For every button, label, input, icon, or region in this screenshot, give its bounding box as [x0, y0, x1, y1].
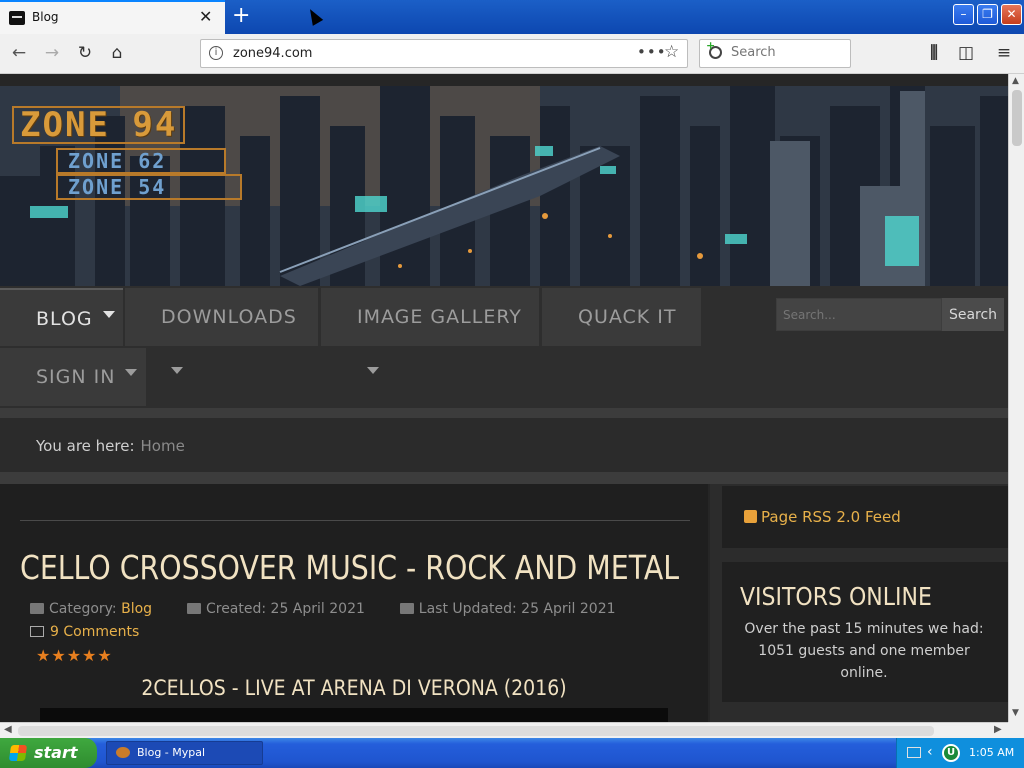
rating-stars[interactable]: ★★★★★ — [36, 646, 113, 665]
url-bar[interactable]: i zone94.com ••• ☆ — [200, 39, 688, 68]
main-menu: BLOG DOWNLOADS IMAGE GALLERY QUACK IT SI… — [0, 286, 1008, 408]
video-embed[interactable] — [40, 708, 668, 722]
site-logo[interactable]: ZONE 94 — [12, 106, 186, 144]
menu-item-label: BLOG — [36, 308, 93, 330]
scroll-thumb[interactable] — [18, 726, 934, 736]
article-title[interactable]: CELLO CROSSOVER MUSIC - ROCK AND METAL — [20, 548, 679, 587]
minimize-button[interactable]: – — [953, 4, 974, 25]
menu-item-downloads[interactable]: DOWNLOADS — [125, 288, 318, 374]
home-icon[interactable]: ⌂ — [106, 42, 128, 64]
menu-item-label: IMAGE GALLERY — [357, 306, 522, 328]
page-actions-icon[interactable]: ••• — [637, 43, 667, 61]
menu-hamburger-icon[interactable]: ≡ — [993, 42, 1015, 64]
start-label: start — [34, 743, 78, 762]
horizontal-scrollbar[interactable]: ◀ ▶ — [0, 722, 1008, 738]
scroll-thumb[interactable] — [1012, 90, 1022, 146]
chevron-left-icon[interactable]: ‹ — [927, 744, 933, 760]
comment-icon — [30, 626, 44, 637]
system-tray: ‹ U 1:05 AM — [896, 738, 1024, 768]
divider — [20, 520, 690, 521]
tab-bar: Blog ✕ + – ❐ ✕ — [0, 0, 1024, 34]
menu-item-quack-it[interactable]: QUACK IT — [542, 288, 701, 346]
close-tab-icon[interactable]: ✕ — [199, 7, 212, 26]
menu-item-blog[interactable]: BLOG — [0, 288, 123, 346]
calendar-icon — [399, 603, 414, 614]
scroll-right-icon[interactable]: ▶ — [994, 724, 1002, 735]
article-meta: Category: Blog Created: 25 April 2021 La… — [30, 601, 616, 617]
maximize-button[interactable]: ❐ — [977, 4, 998, 25]
rss-icon — [744, 510, 757, 523]
rss-link[interactable]: Page RSS 2.0 Feed — [761, 508, 901, 526]
menu-item-label: QUACK IT — [578, 306, 677, 328]
browser-app-icon — [116, 747, 130, 758]
forward-icon[interactable]: → — [41, 42, 63, 64]
calendar-icon — [186, 603, 201, 614]
updated-date: Last Updated: 25 April 2021 — [418, 601, 616, 617]
browser-search-input[interactable] — [731, 45, 841, 60]
menu-item-label: SIGN IN — [36, 366, 116, 388]
scroll-left-icon[interactable]: ◀ — [4, 724, 12, 735]
scroll-corner — [1008, 722, 1024, 738]
vertical-scrollbar[interactable]: ▲ ▼ — [1008, 74, 1024, 722]
breadcrumb-home: Home — [140, 437, 185, 455]
scroll-up-icon[interactable]: ▲ — [1012, 76, 1019, 86]
page-viewport: ZONE 94 ZONE 62 ZONE 54 BLOG DOWNLOADS I… — [0, 74, 1008, 722]
window-close-button[interactable]: ✕ — [1001, 4, 1022, 25]
menu-item-sign-in[interactable]: SIGN IN — [0, 348, 146, 406]
divider — [0, 408, 1008, 418]
caret-down-icon — [125, 369, 138, 376]
clock: 1:05 AM — [969, 746, 1015, 759]
tray-app-icon[interactable]: U — [942, 744, 960, 762]
site-search-button[interactable]: Search — [942, 298, 1004, 331]
visitors-title: VISITORS ONLINE — [740, 582, 932, 611]
new-tab-button[interactable]: + — [232, 3, 250, 28]
nav-toolbar: ← → ↻ ⌂ i zone94.com ••• ☆ ⫼ ◫ ≡ — [0, 34, 1024, 74]
info-icon[interactable]: i — [209, 46, 223, 60]
category-link[interactable]: Blog — [121, 601, 152, 617]
back-icon[interactable]: ← — [8, 42, 30, 64]
taskbar-item-label: Blog - Mypal — [137, 746, 206, 759]
windows-logo-icon — [8, 745, 28, 761]
taskbar: start Blog - Mypal ‹ U 1:05 AM — [0, 738, 1024, 768]
tab-title: Blog — [32, 10, 59, 24]
video-title: 2CELLOS - LIVE AT ARENA DI VERONA (2016) — [141, 676, 567, 700]
caret-down-icon — [171, 367, 183, 374]
start-button[interactable]: start — [0, 738, 97, 768]
caret-down-icon — [102, 311, 115, 318]
breadcrumb-label: You are here: — [36, 437, 135, 455]
browser-search-box[interactable] — [699, 39, 851, 68]
menu-item-label: DOWNLOADS — [161, 306, 297, 328]
mouse-cursor-icon — [304, 6, 324, 26]
reload-icon[interactable]: ↻ — [74, 42, 96, 64]
visitors-text: Over the past 15 minutes we had: 1051 gu… — [744, 621, 984, 681]
header-banner: ZONE 94 ZONE 62 ZONE 54 — [0, 86, 1008, 286]
taskbar-item-browser[interactable]: Blog - Mypal — [106, 741, 263, 765]
scroll-down-icon[interactable]: ▼ — [1012, 708, 1019, 718]
article-area: CELLO CROSSOVER MUSIC - ROCK AND METAL C… — [0, 484, 708, 722]
created-date: Created: 25 April 2021 — [205, 601, 365, 617]
url-text[interactable]: zone94.com — [233, 46, 312, 61]
keyboard-icon[interactable] — [907, 747, 921, 758]
rss-module[interactable]: Page RSS 2.0 Feed — [722, 486, 1008, 548]
caret-down-icon — [367, 367, 379, 374]
comments-link[interactable]: 9 Comments — [30, 624, 139, 640]
library-icon[interactable]: ⫼ — [923, 42, 945, 64]
menu-item-image-gallery[interactable]: IMAGE GALLERY — [321, 288, 539, 374]
site-search-input[interactable] — [776, 298, 942, 331]
site-logo-sub2: ZONE 54 — [56, 174, 243, 200]
sidebar-toggle-icon[interactable]: ◫ — [955, 42, 977, 64]
folder-icon — [30, 603, 44, 614]
site-favicon-icon — [9, 11, 25, 25]
search-engine-icon — [706, 39, 722, 59]
category-label: Category: — [49, 601, 117, 617]
breadcrumb: You are here: Home — [0, 418, 1008, 472]
bookmark-star-icon[interactable]: ☆ — [664, 42, 679, 62]
comments-count: 9 Comments — [50, 624, 140, 640]
visitors-module: VISITORS ONLINE Over the past 15 minutes… — [722, 562, 1008, 702]
tab-blog[interactable]: Blog ✕ — [0, 0, 225, 34]
site-logo-sub1: ZONE 62 — [56, 148, 227, 174]
divider — [0, 472, 1008, 484]
